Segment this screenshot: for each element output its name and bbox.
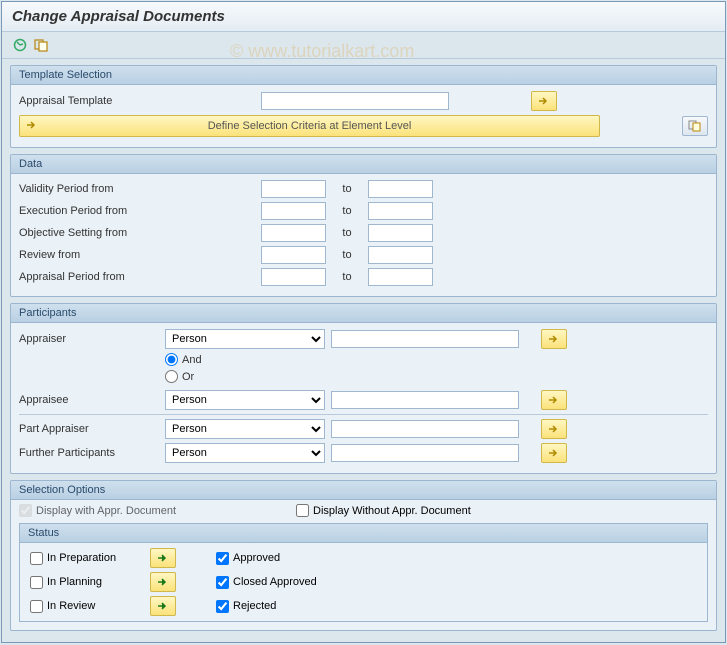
or-radio[interactable]	[165, 370, 178, 383]
validity-to-label: to	[332, 183, 362, 195]
display-without-doc-label[interactable]: Display Without Appr. Document	[296, 504, 471, 517]
appraisal-period-label: Appraisal Period from	[19, 271, 174, 283]
status-group: Status In Preparation	[19, 523, 708, 622]
in-review-label: In Review	[47, 600, 95, 612]
template-selection-group: Template Selection Appraisal Template	[10, 65, 717, 148]
review-to-label: to	[332, 249, 362, 261]
window-frame: Change Appraisal Documents Template Sele…	[1, 1, 726, 643]
data-group: Data Validity Period from to Execution P…	[10, 154, 717, 297]
status-title: Status	[20, 524, 707, 543]
display-with-doc-checkbox	[19, 504, 32, 517]
execution-to-label: to	[332, 205, 362, 217]
in-planning-more-button[interactable]	[150, 572, 176, 592]
variants-icon[interactable]	[32, 36, 52, 54]
further-participants-more-button[interactable]	[541, 443, 567, 463]
review-label: Review from	[19, 249, 174, 261]
objective-from-input[interactable]	[261, 224, 326, 242]
part-appraiser-type-select[interactable]: Person	[165, 419, 325, 439]
objective-label: Objective Setting from	[19, 227, 174, 239]
appraiser-type-select[interactable]: Person	[165, 329, 325, 349]
validity-to-input[interactable]	[368, 180, 433, 198]
selection-options-group: Selection Options Display with Appr. Doc…	[10, 480, 717, 631]
appraiser-more-button[interactable]	[541, 329, 567, 349]
part-appraiser-value-input[interactable]	[331, 420, 519, 438]
closed-approved-checkbox[interactable]	[216, 576, 229, 589]
closed-approved-label: Closed Approved	[233, 576, 317, 588]
objective-to-input[interactable]	[368, 224, 433, 242]
appraisee-more-button[interactable]	[541, 390, 567, 410]
rejected-label: Rejected	[233, 600, 276, 612]
in-review-checkbox[interactable]	[30, 600, 43, 613]
and-radio[interactable]	[165, 353, 178, 366]
in-review-more-button[interactable]	[150, 596, 176, 616]
execute-icon[interactable]	[10, 36, 30, 54]
template-more-button[interactable]	[531, 91, 557, 111]
display-without-doc-checkbox[interactable]	[296, 504, 309, 517]
in-planning-checkbox[interactable]	[30, 576, 43, 589]
further-participants-value-input[interactable]	[331, 444, 519, 462]
group-title-seloptions: Selection Options	[11, 481, 716, 500]
in-preparation-checkbox[interactable]	[30, 552, 43, 565]
copy-criteria-button[interactable]	[682, 116, 708, 136]
appraisal-period-from-input[interactable]	[261, 268, 326, 286]
review-to-input[interactable]	[368, 246, 433, 264]
and-radio-label[interactable]: And	[165, 353, 202, 366]
appraisal-period-to-label: to	[332, 271, 362, 283]
further-participants-label: Further Participants	[19, 447, 159, 459]
toolbar	[2, 32, 725, 59]
appraisee-label: Appraisee	[19, 394, 159, 406]
group-title-template: Template Selection	[11, 66, 716, 85]
in-preparation-more-button[interactable]	[150, 548, 176, 568]
or-radio-label[interactable]: Or	[165, 370, 194, 383]
define-criteria-button[interactable]: Define Selection Criteria at Element Lev…	[19, 115, 600, 137]
approved-label: Approved	[233, 552, 280, 564]
execution-to-input[interactable]	[368, 202, 433, 220]
in-preparation-label: In Preparation	[47, 552, 116, 564]
participants-group: Participants Appraiser Person	[10, 303, 717, 474]
rejected-checkbox[interactable]	[216, 600, 229, 613]
part-appraiser-label: Part Appraiser	[19, 423, 159, 435]
execution-from-input[interactable]	[261, 202, 326, 220]
objective-to-label: to	[332, 227, 362, 239]
appraisee-value-input[interactable]	[331, 391, 519, 409]
group-title-participants: Participants	[11, 304, 716, 323]
further-participants-type-select[interactable]: Person	[165, 443, 325, 463]
group-title-data: Data	[11, 155, 716, 174]
appraiser-label: Appraiser	[19, 333, 159, 345]
display-with-doc-label[interactable]: Display with Appr. Document	[19, 504, 176, 517]
in-planning-label: In Planning	[47, 576, 102, 588]
page-title: Change Appraisal Documents	[2, 2, 725, 32]
appraisal-template-input[interactable]	[261, 92, 449, 110]
define-criteria-label: Define Selection Criteria at Element Lev…	[208, 120, 412, 132]
validity-from-input[interactable]	[261, 180, 326, 198]
approved-checkbox[interactable]	[216, 552, 229, 565]
part-appraiser-more-button[interactable]	[541, 419, 567, 439]
appraisal-template-label: Appraisal Template	[19, 95, 159, 107]
appraisal-period-to-input[interactable]	[368, 268, 433, 286]
content-area: Template Selection Appraisal Template	[2, 59, 725, 639]
validity-label: Validity Period from	[19, 183, 174, 195]
appraiser-value-input[interactable]	[331, 330, 519, 348]
execution-label: Execution Period from	[19, 205, 174, 217]
review-from-input[interactable]	[261, 246, 326, 264]
appraisee-type-select[interactable]: Person	[165, 390, 325, 410]
